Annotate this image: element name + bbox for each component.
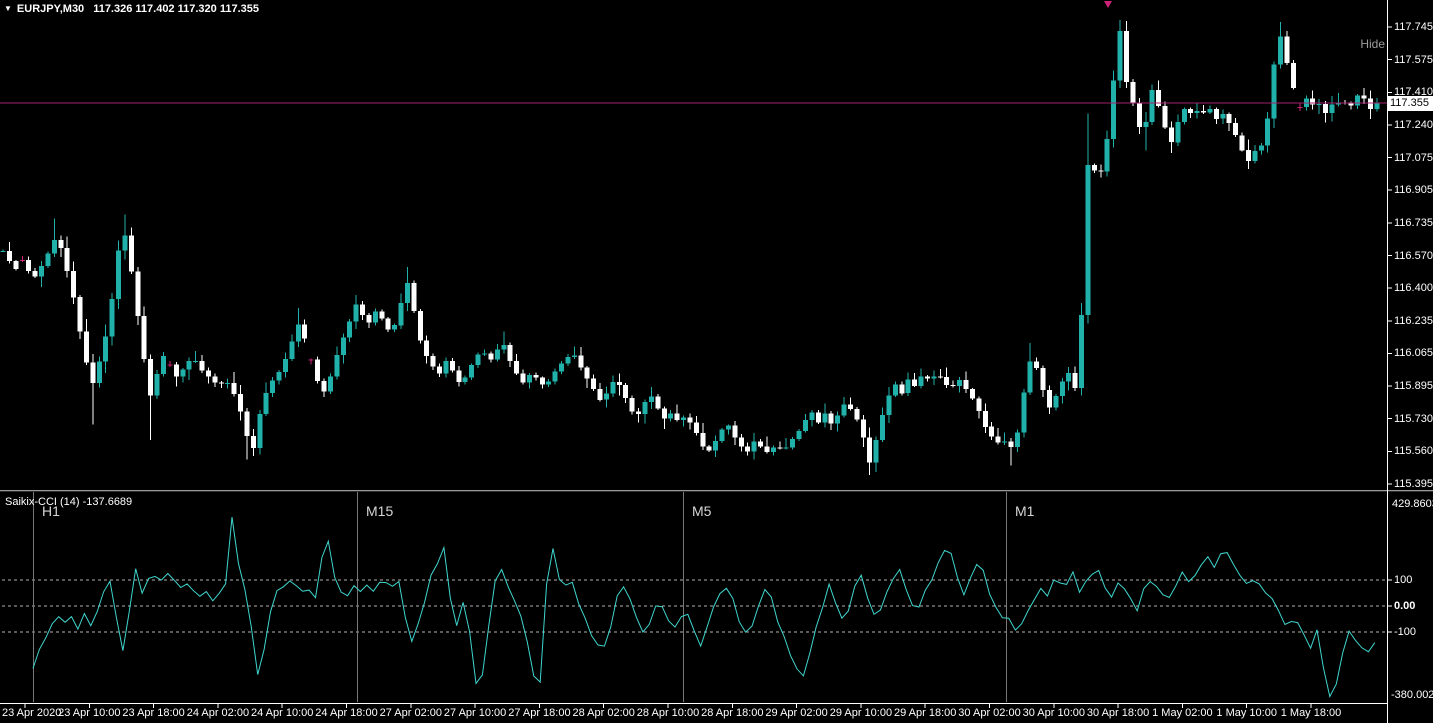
time-axis-label: 1 May 18:00 <box>1281 706 1342 720</box>
price-axis-label: 115.395 <box>1394 477 1433 491</box>
time-axis-label: 28 Apr 02:00 <box>572 706 634 720</box>
price-axis-label: 116.235 <box>1394 314 1433 328</box>
time-axis-label: 29 Apr 02:00 <box>765 706 827 720</box>
symbol-period-label: EURJPY,M30 <box>17 3 84 15</box>
cci-level-label: -100 <box>1394 625 1416 639</box>
time-axis-label: 24 Apr 10:00 <box>251 706 313 720</box>
timeframe-label-h1: H1 <box>42 504 60 518</box>
cci-max-label: 429.8603 <box>1392 497 1433 511</box>
timeframe-label-m15: M15 <box>366 504 393 518</box>
time-axis-label: 23 Apr 2020 <box>2 706 61 720</box>
time-axis-label: 30 Apr 02:00 <box>958 706 1020 720</box>
price-axis-label: 117.575 <box>1394 53 1433 67</box>
price-axis-label: 116.905 <box>1394 183 1433 197</box>
price-axis-label: 116.065 <box>1394 346 1433 360</box>
cci-min-label: -380.0026 <box>1391 688 1433 702</box>
timeframe-label-m5: M5 <box>692 504 711 518</box>
indicator-subwindow-area[interactable] <box>0 492 1387 703</box>
indicator-title: Saikix-CCI (14) -137.6689 <box>5 495 132 509</box>
price-axis-label: 117.410 <box>1394 85 1433 99</box>
price-axis-label: 115.895 <box>1394 379 1433 393</box>
time-axis-label: 29 Apr 10:00 <box>830 706 892 720</box>
time-axis-label: 27 Apr 10:00 <box>444 706 506 720</box>
time-axis-label: 1 May 10:00 <box>1216 706 1277 720</box>
symbol-ohlc-header: ▼ EURJPY,M30 117.326 117.402 117.320 117.3… <box>4 2 259 16</box>
price-axis-label: 117.240 <box>1394 118 1433 132</box>
time-axis-label: 1 May 02:00 <box>1152 706 1213 720</box>
price-axis-label: 117.075 <box>1394 151 1433 165</box>
time-axis-label: 28 Apr 18:00 <box>701 706 763 720</box>
main-chart-area[interactable] <box>0 0 1387 490</box>
price-axis-label: 115.730 <box>1394 412 1433 426</box>
price-axis-label: 115.560 <box>1394 444 1433 458</box>
time-axis-label: 23 Apr 10:00 <box>58 706 120 720</box>
time-axis-label: 24 Apr 18:00 <box>315 706 377 720</box>
time-axis-label: 24 Apr 02:00 <box>187 706 249 720</box>
time-axis-label: 28 Apr 10:00 <box>637 706 699 720</box>
price-axis-label: 116.735 <box>1394 216 1433 230</box>
symbol-dropdown-icon: ▼ <box>4 4 12 13</box>
time-axis-label: 27 Apr 02:00 <box>380 706 442 720</box>
hide-button[interactable]: Hide <box>1360 37 1385 51</box>
ohlc-quote-values: 117.326 117.402 117.320 117.355 <box>93 3 259 15</box>
timeframe-label-m1: M1 <box>1015 504 1034 518</box>
time-axis-label: 29 Apr 18:00 <box>894 706 956 720</box>
price-axis-label: 116.570 <box>1394 249 1433 263</box>
cci-level-label: 100 <box>1394 573 1412 587</box>
time-axis-label: 30 Apr 18:00 <box>1087 706 1149 720</box>
time-axis-label: 30 Apr 10:00 <box>1023 706 1085 720</box>
cci-level-label: 0.00 <box>1394 599 1415 613</box>
price-axis-label: 116.400 <box>1394 281 1433 295</box>
time-axis-label: 23 Apr 18:00 <box>122 706 184 720</box>
time-axis-label: 27 Apr 18:00 <box>508 706 570 720</box>
price-axis-label: 117.745 <box>1394 20 1433 34</box>
trading-terminal-chart-window: ▼ EURJPY,M30 117.326 117.402 117.320 117.3… <box>0 0 1433 723</box>
